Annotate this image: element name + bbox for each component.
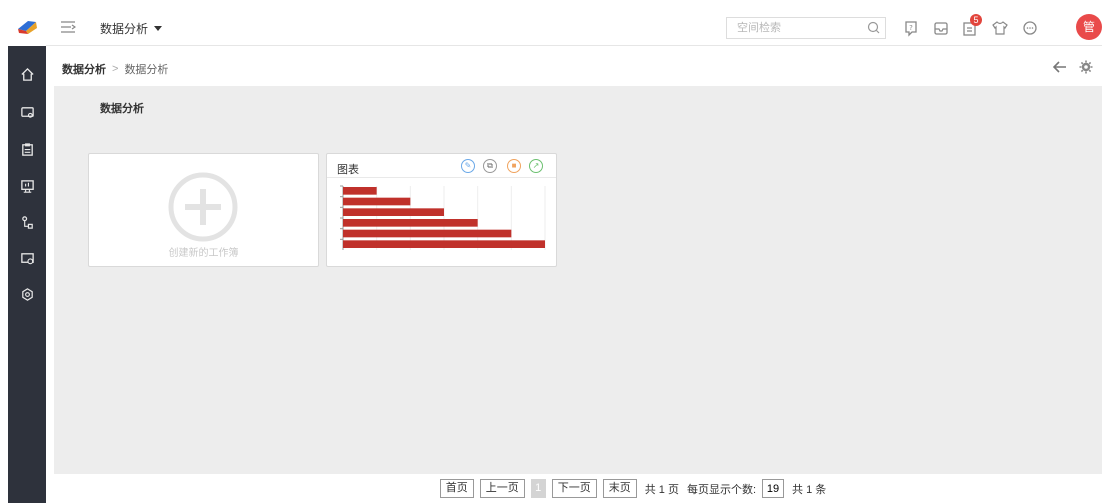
bar-chart <box>340 185 546 250</box>
breadcrumb-root[interactable]: 数据分析 <box>62 61 106 77</box>
search-icon[interactable] <box>866 20 882 36</box>
breadcrumb-bar: 数据分析 > 数据分析 <box>46 47 1102 86</box>
trash-icon: ■ <box>511 161 517 170</box>
chart-bar <box>343 208 444 216</box>
export-button[interactable]: ↗ <box>529 159 543 173</box>
breadcrumb-leaf: 数据分析 <box>124 64 169 76</box>
create-workbook-card[interactable]: 创建新的工作簿 <box>88 153 319 267</box>
sidebar-item-monitor[interactable] <box>8 98 46 126</box>
chart-card[interactable]: 图表 ✎ ⧉ ■ ↗ <box>326 153 557 267</box>
module-label: 数据分析 <box>100 22 149 36</box>
sidebar-item-flow[interactable] <box>8 208 46 236</box>
user-avatar[interactable]: 管 <box>1076 14 1102 40</box>
theme-button[interactable] <box>991 19 1009 37</box>
page-number-button[interactable]: 1 <box>530 479 546 498</box>
copy-icon: ⧉ <box>487 161 493 170</box>
section-title: 数据分析 <box>100 103 144 115</box>
shirt-icon <box>992 21 1008 35</box>
logo-icon <box>18 21 37 34</box>
first-page-button[interactable]: 首页 <box>439 479 474 498</box>
home-icon <box>20 67 34 81</box>
prev-page-button[interactable]: 上一页 <box>479 479 525 498</box>
chart-bar <box>343 240 545 248</box>
settings-icon <box>21 287 33 301</box>
inbox-button[interactable] <box>932 19 950 37</box>
sidebar-item-device[interactable] <box>8 244 46 272</box>
total-pages: 共 1 页 <box>644 483 679 496</box>
copy-button[interactable]: ⧉ <box>483 159 497 173</box>
flow-icon <box>21 215 33 229</box>
help-icon: ? <box>905 21 917 37</box>
chart-card-title: 图表 <box>337 164 359 176</box>
sidebar-item-tasks[interactable] <box>8 135 46 163</box>
chart-bar <box>343 197 411 206</box>
notification-badge: 5 <box>970 14 982 26</box>
top-header: 数据分析 ? 5 管 <box>46 8 1102 46</box>
sidebar-item-screen[interactable] <box>8 172 46 200</box>
chart-card-header <box>327 154 556 178</box>
help-button[interactable]: ? <box>902 19 920 37</box>
inbox-icon <box>934 22 948 35</box>
delete-button[interactable]: ■ <box>507 159 521 173</box>
message-icon <box>1023 21 1037 35</box>
next-page-button[interactable]: 下一页 <box>551 479 597 498</box>
app-logo[interactable] <box>8 8 46 46</box>
create-workbook-label: 创建新的工作簿 <box>168 248 239 259</box>
page-size-input[interactable] <box>762 479 785 498</box>
clipboard-icon <box>21 142 33 156</box>
caret-down-icon <box>154 26 163 31</box>
breadcrumb-separator: > <box>112 63 119 75</box>
search-input[interactable] <box>727 18 885 38</box>
chart-bar <box>343 187 377 195</box>
device-icon <box>20 252 34 264</box>
sidebar-item-home[interactable] <box>8 60 46 88</box>
sidebar <box>8 8 46 503</box>
search-box <box>726 17 886 39</box>
message-button[interactable] <box>1021 19 1039 37</box>
plus-circle-icon <box>168 172 238 242</box>
module-dropdown[interactable]: 数据分析 <box>100 20 163 37</box>
total-items: 共 1 条 <box>792 483 827 496</box>
gear-icon[interactable] <box>1079 60 1093 74</box>
main-content: 数据分析 创建新的工作簿 图表 ✎ ⧉ ■ ↗ <box>54 86 1102 474</box>
chart-bar <box>343 219 478 227</box>
chart-bar <box>343 229 512 238</box>
last-page-button[interactable]: 末页 <box>602 479 637 498</box>
notification-button[interactable]: 5 <box>961 14 982 37</box>
edit-button[interactable]: ✎ <box>461 159 475 173</box>
screen-icon <box>20 179 34 193</box>
back-icon[interactable] <box>1053 61 1067 73</box>
breadcrumb: 数据分析 > 数据分析 <box>62 61 168 77</box>
monitor-icon <box>20 106 34 118</box>
edit-icon: ✎ <box>464 161 472 170</box>
export-icon: ↗ <box>532 161 540 170</box>
menu-toggle-icon[interactable] <box>60 20 76 34</box>
pagination: 首页 上一页 1 下一页 末页 共 1 页 每页显示个数: 共 1 条 <box>54 474 1102 503</box>
page-size-label: 每页显示个数: <box>686 483 757 496</box>
svg-text:?: ? <box>909 24 913 32</box>
sidebar-item-settings[interactable] <box>8 280 46 308</box>
